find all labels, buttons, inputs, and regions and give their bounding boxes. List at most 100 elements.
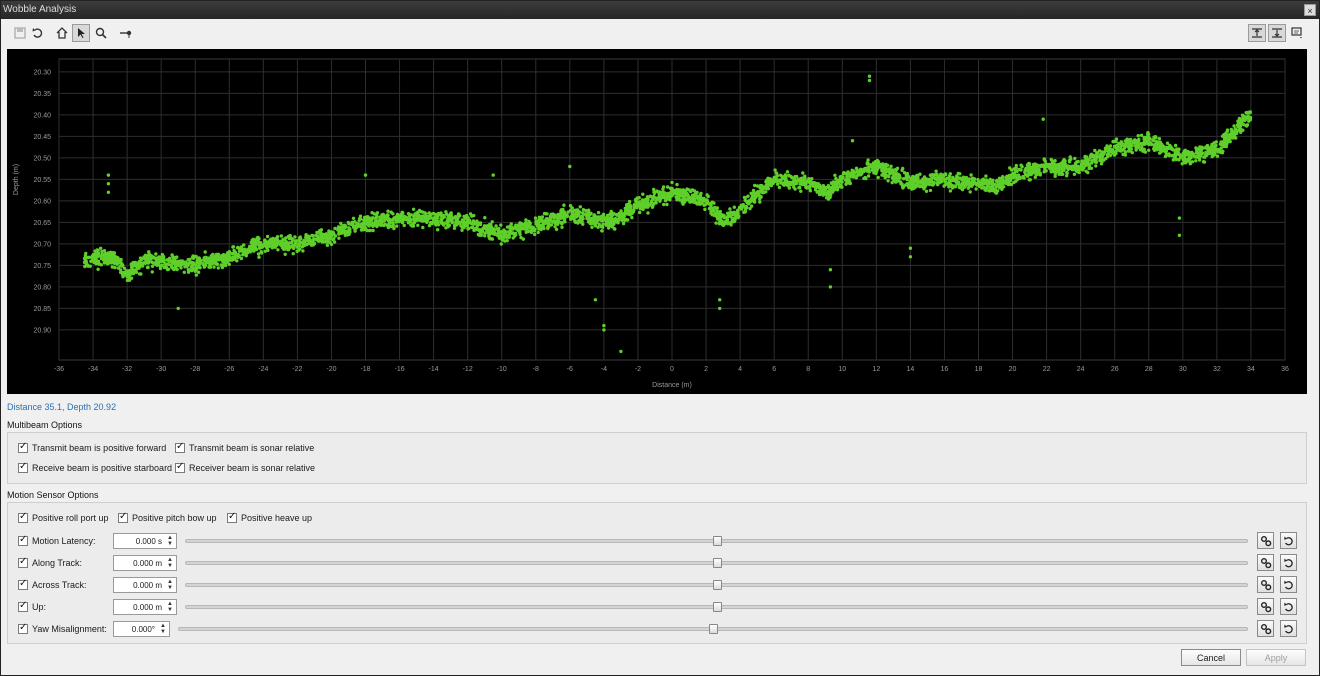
heave-up-checkbox[interactable]: Positive heave up	[227, 511, 312, 523]
motion-latency-reset-button[interactable]	[1280, 532, 1297, 549]
spin-arrows-icon[interactable]: ▲ ▼	[165, 557, 175, 569]
yaw-misalignment-auto-button[interactable]	[1257, 620, 1274, 637]
align-up-icon[interactable]	[1248, 24, 1266, 42]
across-track-checkbox[interactable]: Across Track:	[18, 578, 87, 590]
up-reset-button[interactable]	[1280, 598, 1297, 615]
motion-latency-spinbox[interactable]: 0.000 s ▲ ▼	[113, 533, 177, 549]
data-point	[160, 263, 164, 267]
data-point	[789, 174, 793, 179]
data-point	[994, 179, 999, 183]
data-point	[697, 199, 702, 203]
align-down-icon[interactable]	[1268, 24, 1286, 42]
spin-arrows-icon[interactable]: ▲ ▼	[165, 601, 175, 613]
data-point	[1105, 152, 1110, 157]
across-track-slider-thumb[interactable]	[712, 580, 722, 590]
data-point	[332, 240, 337, 244]
zoom-icon[interactable]	[92, 24, 110, 42]
up-checkbox[interactable]: Up:	[18, 600, 46, 612]
spin-arrows-icon[interactable]: ▲ ▼	[165, 535, 175, 547]
data-point	[842, 171, 846, 175]
checkbox-box[interactable]	[18, 622, 28, 634]
checkbox-box[interactable]	[18, 578, 28, 590]
checkbox-box[interactable]	[18, 511, 28, 523]
data-point	[966, 186, 970, 190]
checkbox-box[interactable]	[175, 441, 185, 453]
up-auto-button[interactable]	[1257, 598, 1274, 615]
checkbox-box[interactable]	[227, 511, 237, 523]
data-point	[894, 171, 898, 175]
yaw-misalignment-spinbox[interactable]: 0.000° ▲ ▼	[113, 621, 170, 637]
receive-positive-starboard-checkbox[interactable]: Receive beam is positive starboard	[18, 461, 172, 473]
along-track-checkbox[interactable]: Along Track:	[18, 556, 82, 568]
data-point	[766, 176, 770, 180]
across-track-reset-button[interactable]	[1280, 576, 1297, 593]
data-point	[687, 195, 692, 199]
checkbox-box[interactable]	[18, 441, 28, 453]
checkbox-box[interactable]	[118, 511, 128, 523]
motion-latency-slider-thumb[interactable]	[712, 536, 722, 546]
spin-arrows-icon[interactable]: ▲ ▼	[158, 623, 168, 635]
along-track-auto-button[interactable]	[1257, 554, 1274, 571]
home-icon[interactable]	[53, 24, 71, 42]
data-point	[338, 226, 343, 230]
along-track-spinbox[interactable]: 0.000 m ▲ ▼	[113, 555, 177, 571]
window-title: Wobble Analysis	[3, 4, 77, 15]
along-track-slider-thumb[interactable]	[712, 558, 722, 568]
data-point	[475, 219, 479, 223]
up-spinbox[interactable]: 0.000 m ▲ ▼	[113, 599, 177, 615]
data-point	[479, 233, 483, 237]
checkbox-box[interactable]	[18, 461, 28, 473]
data-point	[581, 211, 585, 215]
across-track-auto-button[interactable]	[1257, 576, 1274, 593]
data-point	[235, 259, 239, 263]
checkbox-box[interactable]	[175, 461, 185, 473]
motion-latency-checkbox[interactable]: Motion Latency:	[18, 534, 96, 546]
spin-arrows-icon[interactable]: ▲ ▼	[165, 579, 175, 591]
yaw-misalignment-reset-button[interactable]	[1280, 620, 1297, 637]
apply-button[interactable]: Apply	[1246, 649, 1306, 666]
pin-icon[interactable]	[117, 24, 135, 42]
transmit-sonar-relative-checkbox[interactable]: Transmit beam is sonar relative	[175, 441, 314, 453]
data-point	[886, 179, 890, 183]
along-track-reset-button[interactable]	[1280, 554, 1297, 571]
roll-port-up-checkbox[interactable]: Positive roll port up	[18, 511, 109, 523]
wobble-plot[interactable]: -36 -34 -32 -30 -28 -26 -24 -22 -20 -18 -16 -14 -12-…	[7, 49, 1307, 394]
pointer-icon[interactable]	[72, 24, 90, 42]
checkbox-box[interactable]	[18, 600, 28, 612]
data-point	[315, 230, 319, 235]
motion-latency-auto-button[interactable]	[1257, 532, 1274, 549]
up-slider-thumb[interactable]	[712, 602, 722, 612]
across-track-spinbox[interactable]: 0.000 m ▲ ▼	[113, 577, 177, 593]
data-point	[736, 216, 740, 220]
close-button[interactable]: ×	[1304, 4, 1316, 16]
data-point	[1083, 155, 1087, 159]
display-options-icon[interactable]	[1288, 24, 1306, 42]
data-point	[127, 276, 132, 280]
receiver-sonar-relative-checkbox[interactable]: Receiver beam is sonar relative	[175, 461, 315, 473]
data-point	[928, 173, 933, 177]
data-point	[368, 228, 372, 233]
data-point	[661, 190, 666, 194]
yaw-misalignment-checkbox[interactable]: Yaw Misalignment:	[18, 622, 107, 634]
x-tick-label: 8	[806, 366, 810, 373]
scatter-plot-svg[interactable]: -36 -34 -32 -30 -28 -26 -24 -22 -20 -18 -16 -14 -12-…	[7, 49, 1307, 394]
pitch-bow-up-checkbox[interactable]: Positive pitch bow up	[118, 511, 217, 523]
undo-icon[interactable]	[29, 24, 47, 42]
motion-sensor-options-group: Positive roll port up Positive pitch bow…	[7, 502, 1307, 644]
data-point	[423, 215, 427, 219]
data-point	[990, 184, 995, 188]
checkbox-box[interactable]	[18, 534, 28, 546]
cancel-button[interactable]: Cancel	[1181, 649, 1241, 666]
yaw-misalignment-slider-thumb[interactable]	[709, 624, 718, 634]
data-point	[771, 178, 776, 183]
data-point	[1248, 115, 1253, 120]
data-point	[115, 260, 119, 265]
data-point	[927, 179, 931, 183]
checkbox-box[interactable]	[18, 556, 28, 568]
transmit-positive-forward-checkbox[interactable]: Transmit beam is positive forward	[18, 441, 166, 453]
data-point	[208, 259, 212, 264]
x-tick-label: 16	[941, 366, 949, 373]
data-point	[641, 201, 645, 206]
save-icon[interactable]	[11, 24, 29, 42]
data-point	[1241, 116, 1246, 120]
